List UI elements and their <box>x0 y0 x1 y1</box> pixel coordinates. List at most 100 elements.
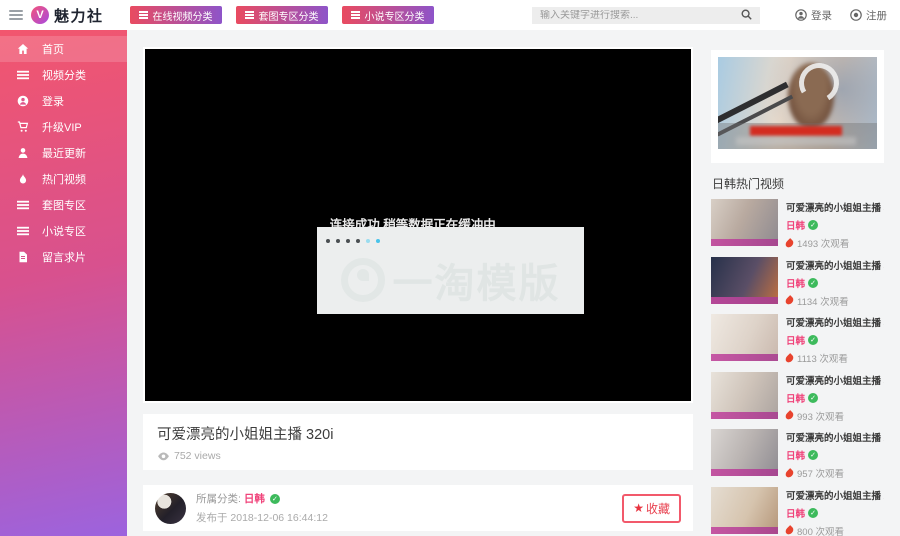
published-date: 发布于 2018-12-06 16:44:12 <box>196 510 328 525</box>
favorite-button[interactable]: ★ 收藏 <box>622 494 681 523</box>
video-thumbnail[interactable] <box>711 429 778 476</box>
verified-check-icon: ✓ <box>808 335 818 345</box>
category-nav: 在线视频分类 套图专区分类 小说专区分类 <box>130 6 434 24</box>
list-item[interactable]: 可爱漂亮的小姐姐主播 322i 日韩✓ 1113 次观看 <box>711 314 884 365</box>
fire-icon <box>784 525 795 536</box>
right-sidebar: 日韩热门视频 可爱漂亮的小姐姐主播 318i 日韩✓ 1493 次观看 可爱漂亮… <box>711 50 884 536</box>
list-icon <box>17 225 29 237</box>
video-thumbnail[interactable] <box>711 199 778 246</box>
category-label: 所属分类: <box>196 491 241 506</box>
nav-button-label: 套图专区分类 <box>259 8 319 23</box>
video-item-views: 1134 次观看 <box>797 294 849 308</box>
list-item[interactable]: 可爱漂亮的小姐姐主播 319i 日韩✓ 1134 次观看 <box>711 257 884 308</box>
avatar[interactable] <box>155 493 186 524</box>
video-item-title: 可爱漂亮的小姐姐主播 318i <box>786 200 884 214</box>
list-item[interactable]: 可爱漂亮的小姐姐主播 328i 日韩✓ 993 次观看 <box>711 372 884 423</box>
file-icon <box>17 251 29 263</box>
user-icon <box>17 147 29 159</box>
video-thumbnail[interactable] <box>711 314 778 361</box>
verified-check-icon: ✓ <box>270 494 280 504</box>
list-icon <box>17 69 29 81</box>
category-line: 所属分类: 日韩 ✓ <box>196 491 328 506</box>
video-item-views: 1493 次观看 <box>797 236 849 250</box>
verified-check-icon: ✓ <box>808 508 818 518</box>
sidebar-item-login[interactable]: 登录 <box>0 88 127 114</box>
login-label: 登录 <box>811 8 832 23</box>
list-item[interactable]: 可爱漂亮的小姐姐主播 318i 日韩✓ 1493 次观看 <box>711 199 884 250</box>
nav-button-video-categories[interactable]: 在线视频分类 <box>130 6 222 24</box>
video-title: 可爱漂亮的小姐姐主播 320i <box>157 423 679 444</box>
sidebar-item-photo-zone[interactable]: 套图专区 <box>0 192 127 218</box>
sidebar-item-label: 套图专区 <box>42 197 86 213</box>
top-bar: V 魅力社 在线视频分类 套图专区分类 小说专区分类 登录 注册 <box>0 0 900 30</box>
fire-icon <box>784 238 795 249</box>
video-item-views: 1113 次观看 <box>797 351 848 365</box>
sidebar-item-label: 视频分类 <box>42 67 86 83</box>
search-input[interactable] <box>540 10 741 21</box>
video-item-views: 800 次观看 <box>797 524 844 536</box>
video-item-category: 日韩 <box>786 218 805 232</box>
hot-videos-heading: 日韩热门视频 <box>712 175 884 192</box>
video-player[interactable]: 连接成功,稍等数据正在缓冲中... 一淘模版 <box>145 49 691 401</box>
nav-button-label: 在线视频分类 <box>153 8 213 23</box>
register-link[interactable]: 注册 <box>850 8 887 23</box>
list-icon <box>17 199 29 211</box>
account-links: 登录 注册 <box>795 0 887 30</box>
ad-card <box>711 50 884 163</box>
sidebar-item-request-video[interactable]: 留言求片 <box>0 244 127 270</box>
main-content: 连接成功,稍等数据正在缓冲中... 一淘模版 可爱漂亮的小姐姐主播 320i 7… <box>143 47 693 536</box>
verified-check-icon: ✓ <box>808 393 818 403</box>
sidebar-item-hot-videos[interactable]: 热门视频 <box>0 166 127 192</box>
verified-check-icon: ✓ <box>808 220 818 230</box>
left-sidebar: 首页 视频分类 登录 升级VIP 最近更新 热门视频 套图专区 小说专区 <box>0 30 127 536</box>
uploader-card: 所属分类: 日韩 ✓ 发布于 2018-12-06 16:44:12 ★ 收藏 <box>143 485 693 531</box>
sidebar-item-label: 最近更新 <box>42 145 86 161</box>
star-icon: ★ <box>633 501 644 515</box>
fire-icon <box>17 173 29 185</box>
hamburger-menu-icon[interactable] <box>9 8 23 23</box>
user-icon <box>795 9 807 21</box>
video-item-category: 日韩 <box>786 276 805 290</box>
list-item[interactable]: 可爱漂亮的小姐姐主播 227i 日韩✓ 957 次观看 <box>711 429 884 480</box>
sidebar-item-video-categories[interactable]: 视频分类 <box>0 62 127 88</box>
search-icon[interactable] <box>741 7 752 25</box>
fire-icon <box>784 353 795 364</box>
verified-check-icon: ✓ <box>808 278 818 288</box>
favorite-label: 收藏 <box>646 500 670 517</box>
video-player-card: 连接成功,稍等数据正在缓冲中... 一淘模版 <box>143 47 693 403</box>
video-thumbnail[interactable] <box>711 372 778 419</box>
video-item-title: 可爱漂亮的小姐姐主播 227i <box>786 430 884 444</box>
loading-dots <box>145 230 561 248</box>
sidebar-item-label: 热门视频 <box>42 171 86 187</box>
nav-button-label: 小说专区分类 <box>365 8 425 23</box>
video-item-title: 可爱漂亮的小姐姐主播 322i <box>786 315 884 329</box>
list-icon <box>245 10 254 20</box>
sidebar-item-upgrade-vip[interactable]: 升级VIP <box>0 114 127 140</box>
views-count: 752 views <box>174 450 221 462</box>
sidebar-item-label: 小说专区 <box>42 223 86 239</box>
site-logo[interactable]: V 魅力社 <box>31 5 104 26</box>
nav-button-photo-categories[interactable]: 套图专区分类 <box>236 6 328 24</box>
video-views: 752 views <box>157 450 679 462</box>
sidebar-item-label: 登录 <box>42 93 64 109</box>
watermark: 一淘模版 <box>317 251 584 309</box>
category-link[interactable]: 日韩 <box>244 491 265 506</box>
hot-videos-list: 可爱漂亮的小姐姐主播 318i 日韩✓ 1493 次观看 可爱漂亮的小姐姐主播 … <box>711 199 884 536</box>
video-title-card: 可爱漂亮的小姐姐主播 320i 752 views <box>143 414 693 470</box>
sidebar-item-novel-zone[interactable]: 小说专区 <box>0 218 127 244</box>
list-item[interactable]: 可爱漂亮的小姐姐主播 229i 日韩✓ 800 次观看 <box>711 487 884 536</box>
video-item-category: 日韩 <box>786 448 805 462</box>
video-thumbnail[interactable] <box>711 257 778 304</box>
search-bar <box>532 7 760 24</box>
sidebar-item-recent-updates[interactable]: 最近更新 <box>0 140 127 166</box>
watermark-logo-icon <box>341 258 385 302</box>
list-icon <box>351 10 360 20</box>
sidebar-item-label: 升级VIP <box>42 119 82 135</box>
video-item-category: 日韩 <box>786 506 805 520</box>
sidebar-item-home[interactable]: 首页 <box>0 36 127 62</box>
login-link[interactable]: 登录 <box>795 8 832 23</box>
nav-button-novel-categories[interactable]: 小说专区分类 <box>342 6 434 24</box>
home-icon <box>17 43 29 55</box>
ad-banner-image[interactable] <box>718 57 877 149</box>
video-thumbnail[interactable] <box>711 487 778 534</box>
